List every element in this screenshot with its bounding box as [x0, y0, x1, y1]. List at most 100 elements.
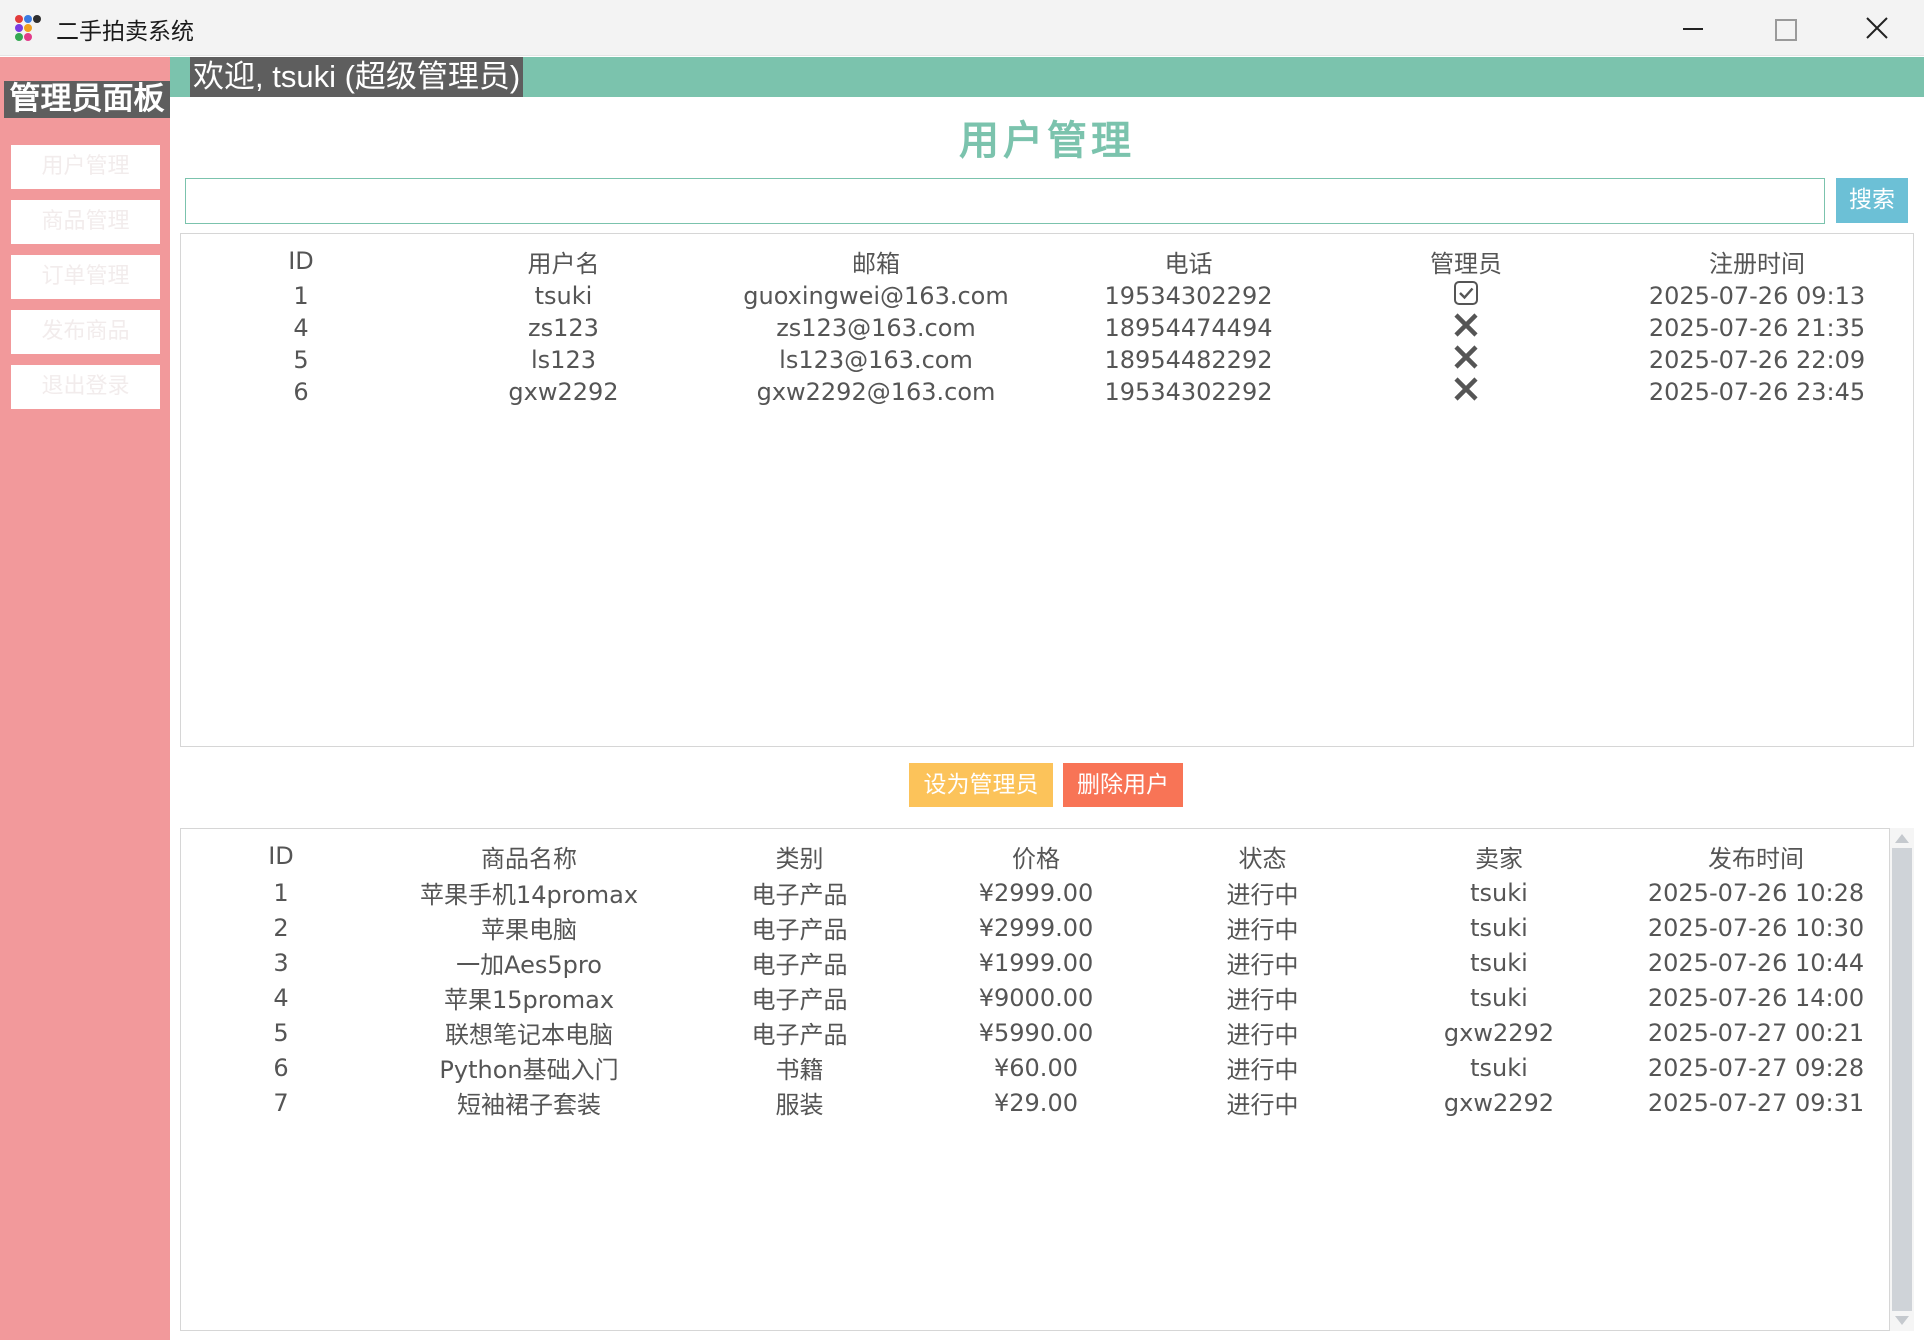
- sidebar-item-logout[interactable]: 退出登录: [11, 365, 160, 409]
- column-header-email[interactable]: 邮箱: [706, 234, 1046, 280]
- cell-price: ¥2999.00: [978, 878, 1094, 907]
- cell-seller: tsuki: [1470, 878, 1528, 907]
- table-row[interactable]: 3 一加Aes5pro 电子产品 ¥1999.00 进行中 tsuki 2025…: [181, 945, 1889, 980]
- cross-mark-icon: [1453, 312, 1479, 344]
- column-header-name[interactable]: 商品名称: [381, 829, 677, 875]
- table-row[interactable]: 1 苹果手机14promax 电子产品 ¥2999.00 进行中 tsuki 2…: [181, 875, 1889, 910]
- maximize-icon[interactable]: [1738, 0, 1830, 56]
- search-button[interactable]: 搜索: [1836, 178, 1908, 223]
- cell-username: tsuki: [534, 282, 593, 310]
- column-header-published[interactable]: 发布时间: [1623, 829, 1889, 875]
- cell-published: 2025-07-27 00:21: [1647, 1018, 1865, 1047]
- cell-name: 短袖裙子套装: [457, 1091, 601, 1119]
- cell-id: 5: [273, 1018, 289, 1047]
- sidebar-title: 管理员面板: [4, 81, 170, 118]
- minimize-icon[interactable]: [1646, 0, 1738, 56]
- table-row[interactable]: 5 联想笔记本电脑 电子产品 ¥5990.00 进行中 gxw2292 2025…: [181, 1015, 1889, 1050]
- cell-admin: [1331, 344, 1601, 376]
- cell-id: 3: [273, 948, 289, 977]
- scroll-up-arrow-icon[interactable]: [1895, 834, 1909, 843]
- sidebar-item-user-management[interactable]: 用户管理: [11, 145, 160, 189]
- cell-username: zs123: [528, 314, 599, 342]
- cell-status: 进行中: [1226, 986, 1299, 1014]
- cell-seller: tsuki: [1470, 983, 1528, 1012]
- cell-status: 进行中: [1226, 1021, 1299, 1049]
- cell-phone: 19534302292: [1104, 378, 1273, 406]
- cell-admin: [1331, 280, 1601, 312]
- table-row[interactable]: 6 gxw2292 gxw2292@163.com 19534302292 20…: [181, 376, 1913, 408]
- cell-category: 电子产品: [751, 986, 848, 1014]
- sidebar-item-publish-goods[interactable]: 发布商品: [11, 310, 160, 354]
- cell-name: 苹果手机14promax: [419, 881, 639, 909]
- title-bar: 二手拍卖系统: [0, 0, 1924, 56]
- cell-published: 2025-07-26 14:00: [1647, 983, 1865, 1012]
- cell-registered: 2025-07-26 21:35: [1648, 314, 1866, 342]
- cell-name: 苹果电脑: [481, 916, 577, 944]
- delete-user-button[interactable]: 删除用户: [1063, 763, 1183, 807]
- sidebar-item-goods-management[interactable]: 商品管理: [11, 200, 160, 244]
- table-row[interactable]: 1 tsuki guoxingwei@163.com 19534302292 2…: [181, 280, 1913, 312]
- cell-category: 书籍: [775, 1056, 824, 1084]
- cell-name: 联想笔记本电脑: [445, 1021, 613, 1049]
- cell-email: ls123@163.com: [779, 346, 973, 374]
- cell-id: 7: [273, 1088, 289, 1117]
- page-title: 用户管理: [959, 118, 1135, 164]
- cell-username: ls123: [531, 346, 596, 374]
- cell-published: 2025-07-26 10:44: [1647, 948, 1865, 977]
- column-header-seller[interactable]: 卖家: [1375, 829, 1623, 875]
- table-row[interactable]: 4 苹果15promax 电子产品 ¥9000.00 进行中 tsuki 202…: [181, 980, 1889, 1015]
- search-input[interactable]: [185, 178, 1825, 224]
- column-header-admin[interactable]: 管理员: [1331, 234, 1601, 280]
- table-row[interactable]: 5 ls123 ls123@163.com 18954482292 2025-0…: [181, 344, 1913, 376]
- table-row[interactable]: 4 zs123 zs123@163.com 18954474494 2025-0…: [181, 312, 1913, 344]
- welcome-label: 欢迎, tsuki (超级管理员): [190, 57, 524, 97]
- cell-seller: tsuki: [1470, 913, 1528, 942]
- cell-phone: 18954482292: [1104, 346, 1273, 374]
- cell-price: ¥5990.00: [978, 1018, 1094, 1047]
- cell-email: gxw2292@163.com: [756, 378, 996, 406]
- set-admin-button[interactable]: 设为管理员: [909, 763, 1053, 807]
- cell-seller: tsuki: [1470, 1053, 1528, 1082]
- table-row[interactable]: 7 短袖裙子套装 服装 ¥29.00 进行中 gxw2292 2025-07-2…: [181, 1085, 1889, 1120]
- goods-table-panel: ID 商品名称 类别 价格 状态 卖家 发布时间 1 苹果手机14promax …: [180, 828, 1890, 1331]
- cell-id: 4: [273, 983, 289, 1012]
- column-header-price[interactable]: 价格: [922, 829, 1150, 875]
- column-header-status[interactable]: 状态: [1150, 829, 1375, 875]
- cell-published: 2025-07-26 10:28: [1647, 878, 1865, 907]
- cell-name: Python基础入门: [439, 1056, 619, 1084]
- cell-status: 进行中: [1226, 1056, 1299, 1084]
- app-logo-icon: [15, 15, 41, 41]
- scroll-down-arrow-icon[interactable]: [1895, 1316, 1909, 1325]
- cell-category: 电子产品: [751, 881, 848, 909]
- cell-id: 1: [293, 282, 309, 310]
- table-row[interactable]: 6 Python基础入门 书籍 ¥60.00 进行中 tsuki 2025-07…: [181, 1050, 1889, 1085]
- cell-admin: [1331, 376, 1601, 408]
- cell-registered: 2025-07-26 09:13: [1648, 282, 1866, 310]
- goods-table-scrollbar[interactable]: [1890, 828, 1914, 1331]
- cell-status: 进行中: [1226, 1091, 1299, 1119]
- cell-price: ¥60.00: [994, 1053, 1078, 1082]
- cell-category: 电子产品: [751, 916, 848, 944]
- cell-username: gxw2292: [508, 378, 619, 406]
- cell-status: 进行中: [1226, 916, 1299, 944]
- cell-email: zs123@163.com: [776, 314, 976, 342]
- cell-id: 5: [293, 346, 309, 374]
- column-header-phone[interactable]: 电话: [1046, 234, 1331, 280]
- cell-name: 一加Aes5pro: [456, 951, 602, 979]
- column-header-id[interactable]: ID: [181, 234, 421, 280]
- goods-table-header: ID 商品名称 类别 价格 状态 卖家 发布时间: [181, 829, 1889, 875]
- sidebar-item-order-management[interactable]: 订单管理: [11, 255, 160, 299]
- cell-id: 2: [273, 913, 289, 942]
- column-header-id[interactable]: ID: [181, 829, 381, 875]
- cell-id: 6: [273, 1053, 289, 1082]
- column-header-registered[interactable]: 注册时间: [1601, 234, 1913, 280]
- header-bar: 欢迎, tsuki (超级管理员): [170, 57, 1924, 97]
- cell-price: ¥1999.00: [978, 948, 1094, 977]
- column-header-username[interactable]: 用户名: [421, 234, 706, 280]
- cell-price: ¥29.00: [994, 1088, 1078, 1117]
- scrollbar-thumb[interactable]: [1892, 848, 1912, 1311]
- table-row[interactable]: 2 苹果电脑 电子产品 ¥2999.00 进行中 tsuki 2025-07-2…: [181, 910, 1889, 945]
- close-icon[interactable]: [1830, 0, 1922, 56]
- column-header-category[interactable]: 类别: [677, 829, 922, 875]
- cell-phone: 19534302292: [1104, 282, 1273, 310]
